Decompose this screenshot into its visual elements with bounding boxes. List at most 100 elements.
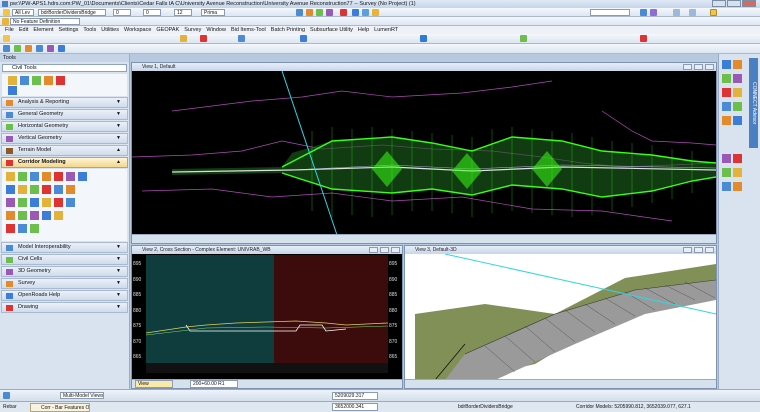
create-cut-fill-icon[interactable]: [6, 198, 15, 207]
civil-element-icon[interactable]: [20, 76, 29, 85]
place-cell-icon[interactable]: [18, 211, 27, 220]
target-alias-icon[interactable]: [54, 172, 63, 181]
menu-tools[interactable]: Tools: [83, 26, 96, 34]
maximize-button[interactable]: [727, 0, 741, 7]
section-corridor-modeling[interactable]: Corridor Modeling ▲: [1, 157, 128, 168]
plan-view-canvas[interactable]: [132, 71, 716, 235]
search-combo[interactable]: [590, 9, 630, 16]
superelevation-icon[interactable]: [30, 185, 39, 194]
components-icon[interactable]: [30, 211, 39, 220]
corridor-objects-icon[interactable]: [54, 198, 63, 207]
view-minimize-button[interactable]: [683, 247, 692, 253]
menu-lumenrt[interactable]: LumenRT: [374, 26, 398, 34]
corridor-reference-icon[interactable]: [18, 198, 27, 207]
view-properties-button[interactable]: View Properties: [135, 380, 173, 388]
text-icon[interactable]: [372, 9, 379, 16]
pointer-icon[interactable]: [8, 76, 17, 85]
point-control-icon[interactable]: [66, 172, 75, 181]
menu-settings[interactable]: Settings: [59, 26, 79, 34]
menu-help[interactable]: Help: [358, 26, 369, 34]
corridor-sheets-icon[interactable]: [6, 211, 15, 220]
section-vertical-geometry[interactable]: Vertical Geometry ▼: [1, 133, 128, 144]
section-civil-cells[interactable]: Civil Cells ▼: [1, 254, 128, 265]
section-general-geometry[interactable]: General Geometry ▼: [1, 109, 128, 120]
section-analysis[interactable]: Analysis & Reporting ▼: [1, 97, 128, 108]
menu-edit[interactable]: Edit: [19, 26, 28, 34]
section-survey[interactable]: Survey ▼: [1, 278, 128, 289]
view-1[interactable]: View 1, Default: [131, 62, 717, 244]
copy-icon[interactable]: [362, 9, 369, 16]
attach-icon[interactable]: [44, 76, 53, 85]
create-corridor-icon[interactable]: [6, 172, 15, 181]
section-model-interoperability[interactable]: Model Interoperability ▼: [1, 242, 128, 253]
place-icon[interactable]: [306, 9, 313, 16]
view-close-button[interactable]: [705, 247, 714, 253]
dimension-icon[interactable]: [722, 182, 731, 191]
remove-icon[interactable]: [56, 76, 65, 85]
linestyle-combo[interactable]: 0: [143, 9, 161, 16]
color-combo[interactable]: 0: [113, 9, 131, 16]
save-icon[interactable]: [58, 45, 65, 52]
snap-icon[interactable]: [689, 9, 696, 16]
cross-section-canvas[interactable]: [146, 255, 388, 363]
close-button[interactable]: [742, 0, 756, 7]
fence-icon[interactable]: [352, 9, 359, 16]
lineweight-combo[interactable]: 12: [174, 9, 192, 16]
menu-subsurface[interactable]: Subsurface Utility: [310, 26, 353, 34]
view-icon[interactable]: [722, 60, 731, 69]
copy-element-icon[interactable]: [238, 35, 245, 42]
home-icon[interactable]: [3, 9, 10, 16]
measure-icon[interactable]: [316, 9, 323, 16]
references-icon[interactable]: [25, 45, 32, 52]
level-combo[interactable]: All Lev: [12, 9, 34, 16]
dynamic-section-icon[interactable]: [42, 198, 51, 207]
annotate-icon[interactable]: [733, 154, 742, 163]
menu-file[interactable]: File: [5, 26, 14, 34]
menu-survey[interactable]: Survey: [184, 26, 201, 34]
clipping-icon[interactable]: [78, 172, 87, 181]
stretch-icon[interactable]: [54, 211, 63, 220]
view-close-button[interactable]: [705, 64, 714, 70]
surface-template-icon[interactable]: [66, 185, 75, 194]
connect-advisor-tab[interactable]: CONNECT Advisor: [749, 58, 758, 148]
fit-icon[interactable]: [722, 88, 731, 97]
walk-icon[interactable]: [722, 116, 731, 125]
overlay-icon[interactable]: [42, 211, 51, 220]
view-rotate-icon[interactable]: [300, 35, 307, 42]
accudraw-icon[interactable]: [673, 9, 680, 16]
menu-utilities[interactable]: Utilities: [101, 26, 119, 34]
section-horizontal-geometry[interactable]: Horizontal Geometry ▼: [1, 121, 128, 132]
levels-icon[interactable]: [36, 45, 43, 52]
terrain-icon[interactable]: [520, 35, 527, 42]
open-icon[interactable]: [3, 45, 10, 52]
feature-definition-combo[interactable]: No Feature Definition: [10, 18, 80, 25]
menu-batch-printing[interactable]: Batch Printing: [271, 26, 305, 34]
edit-corridor-icon[interactable]: [18, 224, 27, 233]
view-minimize-button[interactable]: [683, 64, 692, 70]
minimize-button[interactable]: [712, 0, 726, 7]
end-condition-icon[interactable]: [42, 185, 51, 194]
element-template-combo[interactable]: bdrBorderDividersBridge: [38, 9, 106, 16]
view-maximize-button[interactable]: [380, 247, 389, 253]
class-combo[interactable]: Prima: [201, 9, 225, 16]
section-3d-geometry[interactable]: 3D Geometry ▼: [1, 266, 128, 277]
document-tab[interactable]: Corr - Bar Features Oltion: [30, 403, 90, 412]
view-3[interactable]: View 3, Default-3D: [404, 245, 717, 389]
delete-icon[interactable]: [340, 9, 347, 16]
menu-geopak[interactable]: GEOPAK: [156, 26, 179, 34]
element-select-icon[interactable]: [180, 35, 187, 42]
view-close-button[interactable]: [391, 247, 400, 253]
delete-element-icon[interactable]: [200, 35, 207, 42]
report-icon[interactable]: [8, 86, 17, 95]
template-drop-icon[interactable]: [30, 172, 39, 181]
template-icon[interactable]: [18, 172, 27, 181]
3d-view-canvas[interactable]: [405, 254, 716, 380]
menu-workspace[interactable]: Workspace: [124, 26, 151, 34]
new-feature-icon[interactable]: [3, 35, 10, 42]
report-volumes-icon[interactable]: [66, 198, 75, 207]
clip-volume-icon[interactable]: [733, 102, 742, 111]
measure-icon[interactable]: [722, 154, 731, 163]
apply-icon[interactable]: [30, 224, 39, 233]
cross-section-icon[interactable]: [30, 198, 39, 207]
menu-element[interactable]: Element: [33, 26, 53, 34]
